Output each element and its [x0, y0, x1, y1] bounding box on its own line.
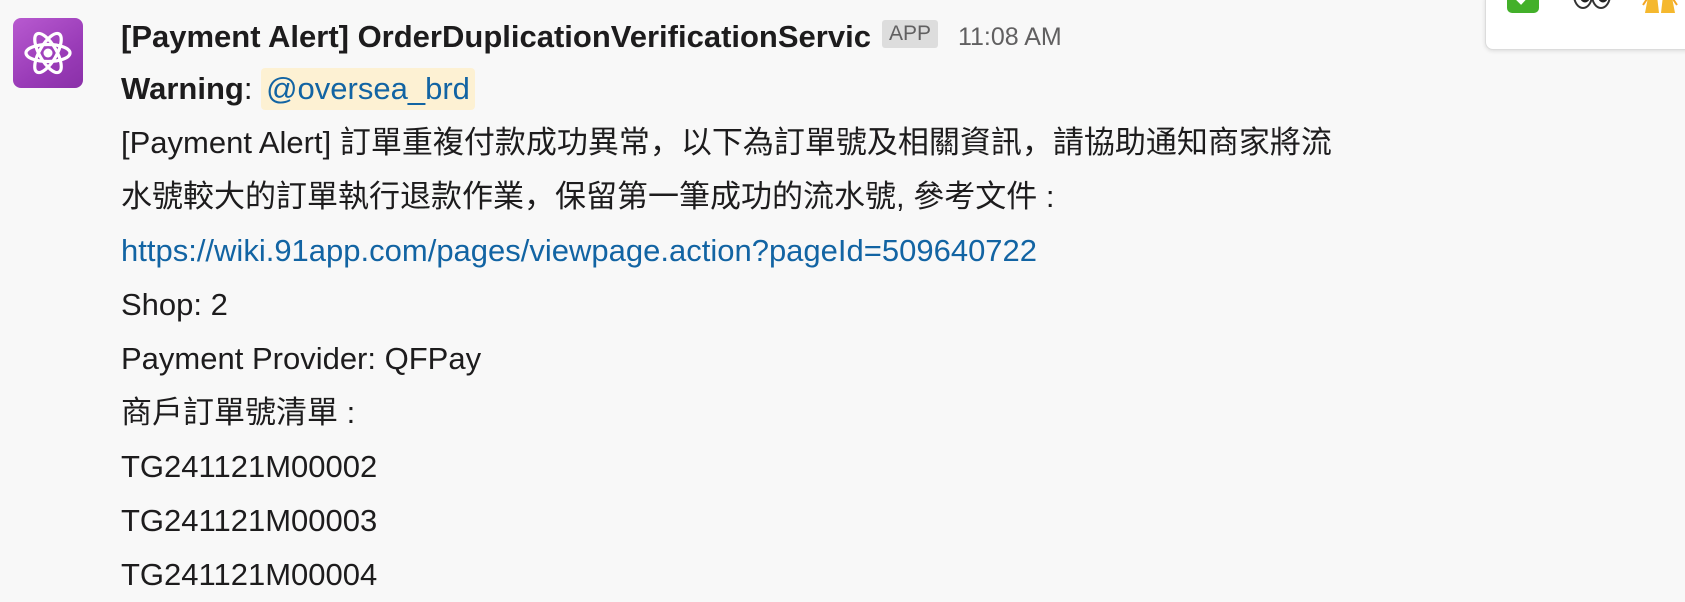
user-mention[interactable]: @oversea_brd	[261, 68, 475, 110]
order-number: TG241121M00004	[121, 557, 378, 592]
message-body: Warning: @oversea_brd [Payment Alert] 訂單…	[121, 62, 1521, 602]
eyes-icon[interactable]	[1572, 0, 1612, 17]
sender-name[interactable]: [Payment Alert] OrderDuplicationVerifica…	[121, 19, 871, 55]
warning-colon: :	[243, 71, 262, 106]
atom-icon	[24, 31, 72, 75]
bot-avatar[interactable]	[13, 18, 83, 88]
alert-text-line-1: [Payment Alert] 訂單重複付款成功異常，以下為訂單號及相關資訊，請…	[121, 125, 1332, 160]
chat-message: [Payment Alert] OrderDuplicationVerifica…	[0, 0, 1685, 602]
shop-line: Shop: 2	[121, 287, 228, 322]
raised-hands-icon[interactable]	[1641, 0, 1681, 17]
message-timestamp[interactable]: 11:08 AM	[958, 23, 1062, 52]
order-list-label: 商戶訂單號清單 :	[121, 395, 356, 430]
message-content: [Payment Alert] OrderDuplicationVerifica…	[121, 12, 1521, 602]
warning-line: Warning: @oversea_brd	[121, 62, 1521, 116]
message-header: [Payment Alert] OrderDuplicationVerifica…	[121, 12, 1521, 62]
check-mark-icon[interactable]	[1506, 0, 1540, 17]
warning-label: Warning	[121, 71, 244, 106]
alert-text-line-2: 水號較大的訂單執行退款作業，保留第一筆成功的流水號, 參考文件 :	[121, 179, 1055, 214]
wiki-link[interactable]: https://wiki.91app.com/pages/viewpage.ac…	[121, 233, 1037, 268]
message-actions-bar	[1485, 0, 1685, 50]
payment-provider-line: Payment Provider: QFPay	[121, 341, 482, 376]
order-number: TG241121M00003	[121, 503, 378, 538]
order-number: TG241121M00002	[121, 449, 378, 484]
wiki-link-line: https://wiki.91app.com/pages/viewpage.ac…	[121, 224, 1521, 278]
app-badge: APP	[881, 20, 938, 48]
